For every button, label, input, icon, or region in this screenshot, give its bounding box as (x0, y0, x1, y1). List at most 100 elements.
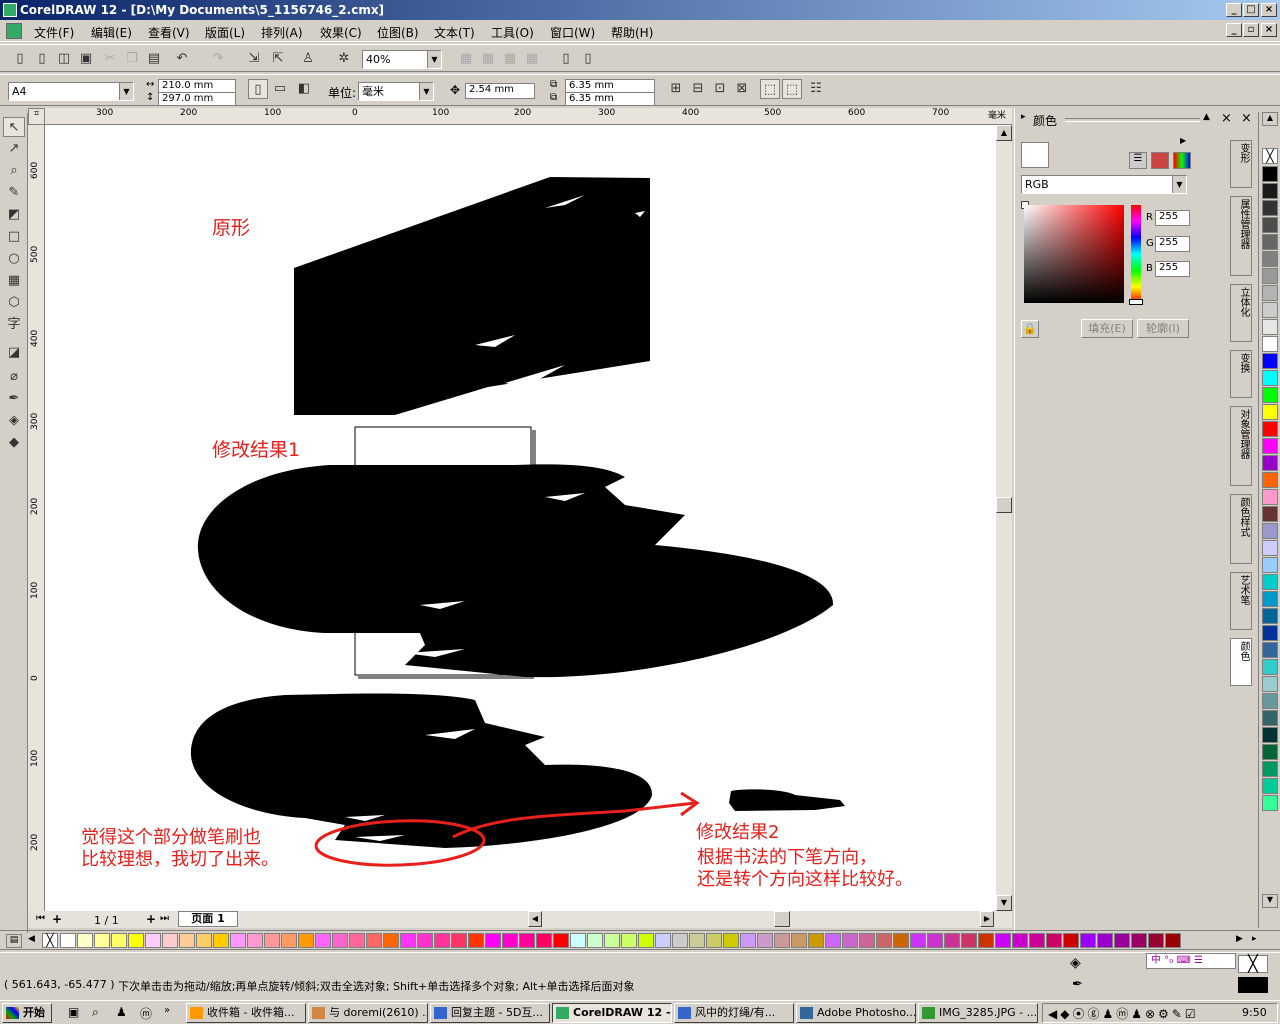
palette-swatch[interactable] (1262, 302, 1278, 318)
smart-fill-tool-icon[interactable]: ◩ (3, 205, 25, 225)
export-icon[interactable]: ⇱ (268, 49, 288, 69)
palette-swatch[interactable] (451, 933, 467, 948)
color-field[interactable] (1024, 205, 1124, 303)
color-palettes-icon[interactable] (1173, 152, 1191, 169)
palette-swatch[interactable] (740, 933, 756, 948)
shape-result2[interactable] (190, 693, 653, 848)
task-forum-reply[interactable]: 回复主题 - 5D互... (430, 1003, 550, 1023)
palette-swatch[interactable] (1262, 744, 1278, 760)
scroll-right-icon[interactable]: ▶ (980, 911, 994, 927)
palette-swatch[interactable] (247, 933, 263, 948)
import-icon[interactable]: ⇲ (244, 49, 264, 69)
b-input[interactable]: 255 (1155, 261, 1190, 277)
palette-swatch[interactable] (1029, 933, 1045, 948)
tab-object-manager[interactable]: 对象管理器 (1230, 406, 1252, 486)
tray-icons[interactable]: ◀◆⦿ⓖ♟ⓜ♟⊗⚙✎☑ (1048, 1005, 1199, 1022)
quicklaunch-msn-icon[interactable]: ⓜ (140, 1005, 152, 1022)
palette-scroll-down-icon[interactable]: ▼ (1262, 894, 1278, 908)
page-tab[interactable]: 页面 1 (178, 911, 238, 927)
tab-transform-shape[interactable]: 变形 (1230, 140, 1252, 188)
task-image-viewer[interactable]: IMG_3285.JPG - ... (918, 1003, 1038, 1023)
tab-transformation[interactable]: 变换 (1230, 350, 1252, 398)
new-from-template-icon[interactable]: ▯ (32, 49, 52, 69)
eyedropper-tool-icon[interactable]: ⌀ (3, 367, 25, 387)
palette-swatch[interactable] (434, 933, 450, 948)
rectangle-tool-icon[interactable]: □ (3, 227, 25, 247)
menu-bitmaps[interactable]: 位图(B) (377, 24, 419, 41)
basic-shapes-tool-icon[interactable]: ⬡ (3, 293, 25, 313)
menu-text[interactable]: 文本(T) (434, 24, 475, 41)
freehand-tool-icon[interactable]: ✎ (3, 183, 25, 203)
palette-swatch[interactable] (1262, 166, 1278, 182)
palette-swatch[interactable] (111, 933, 127, 948)
vertical-ruler[interactable]: 600 500 400 300 200 100 0 100 200 (28, 125, 45, 911)
palette-swatch[interactable] (298, 933, 314, 948)
palette-swatch[interactable] (1097, 933, 1113, 948)
interactive-fill-tool-icon[interactable]: ◆ (3, 433, 25, 453)
palette-swatch[interactable] (638, 933, 654, 948)
palette-swatch[interactable] (485, 933, 501, 948)
palette-swatch[interactable] (1262, 608, 1278, 624)
palette-swatch[interactable] (944, 933, 960, 948)
chevron-down-icon[interactable]: ▼ (419, 83, 433, 100)
menu-edit[interactable]: 编辑(E) (91, 24, 132, 41)
menu-tools[interactable]: 工具(O) (491, 24, 534, 41)
zoom-combo[interactable]: 40% ▼ (362, 50, 442, 69)
tab-color[interactable]: 颜色 (1230, 638, 1252, 686)
drawing-canvas[interactable]: 原形 修改结果1 觉得这个部分做笔刷也 比较理想，我切了出来。 修改结果2 根据… (45, 125, 995, 911)
quicklaunch-more-icon[interactable]: » (164, 1005, 170, 1016)
palette-swatch[interactable] (1262, 489, 1278, 505)
duplicate-y-input[interactable]: 6.35 mm (565, 92, 655, 106)
add-page-after-icon[interactable]: + (146, 912, 156, 926)
palette-swatch[interactable] (876, 933, 892, 948)
brush-piece[interactable] (729, 789, 845, 811)
snap-grid-icon[interactable]: ⊞ (666, 79, 686, 99)
palette-swatch[interactable] (655, 933, 671, 948)
ellipse-tool-icon[interactable]: ○ (3, 249, 25, 269)
palette-swatch[interactable] (978, 933, 994, 948)
launcher-icon[interactable]: ♙ (298, 49, 318, 69)
palette-swatch[interactable] (1262, 200, 1278, 216)
palette-swatch[interactable] (1262, 455, 1278, 471)
tab-extrude[interactable]: 立体化 (1230, 284, 1252, 342)
menu-window[interactable]: 窗口(W) (550, 24, 595, 41)
palette-swatch[interactable] (1262, 523, 1278, 539)
page-width-input[interactable]: 210.0 mm (158, 79, 236, 93)
outline-tool-icon[interactable]: ✒ (3, 389, 25, 409)
quicklaunch-ie-icon[interactable]: ⌕ (92, 1005, 99, 1020)
palette-swatch[interactable] (1262, 574, 1278, 590)
palette-scroll-up-icon[interactable]: ▲ (1262, 112, 1278, 126)
docker-group-close-icon[interactable]: × (1241, 111, 1252, 126)
palette-swatch[interactable] (859, 933, 875, 948)
ime-toolbar[interactable]: 中 °₀ ⌨ ☰ (1146, 953, 1236, 969)
palette-swatch[interactable] (1262, 591, 1278, 607)
first-page-icon[interactable]: ⏮ (36, 913, 45, 924)
minimize-button[interactable]: _ (1226, 3, 1242, 17)
palette-swatch[interactable] (332, 933, 348, 948)
treat-as-filled-icon[interactable]: ⬚ (760, 79, 780, 99)
docker-close-icon[interactable]: × (1221, 111, 1232, 126)
start-button[interactable]: 开始 (2, 1003, 52, 1023)
palette-swatch[interactable] (774, 933, 790, 948)
palette-swatch[interactable] (1012, 933, 1028, 948)
palette-swatch[interactable] (1262, 251, 1278, 267)
palette-swatch[interactable] (1262, 625, 1278, 641)
palette-swatch[interactable] (1063, 933, 1079, 948)
palette-swatch[interactable] (1262, 268, 1278, 284)
chevron-down-icon[interactable]: ▼ (1172, 176, 1186, 193)
palette-swatch[interactable] (757, 933, 773, 948)
hue-slider-handle[interactable] (1129, 299, 1143, 305)
print-icon[interactable]: ▦ (522, 49, 542, 69)
corel-online-icon[interactable]: ✲ (334, 49, 354, 69)
task-inbox[interactable]: 收件箱 - 收件箱... (186, 1003, 306, 1023)
palette-swatch[interactable] (1262, 710, 1278, 726)
palette-swatch[interactable] (1148, 933, 1164, 948)
palette-swatch[interactable] (961, 933, 977, 948)
undo-icon[interactable]: ↶ (172, 49, 192, 69)
palette-swatch[interactable] (1262, 540, 1278, 556)
palette-swatch[interactable] (162, 933, 178, 948)
palette-swatch[interactable] (519, 933, 535, 948)
palette-swatch[interactable] (1262, 557, 1278, 573)
r-input[interactable]: 255 (1155, 210, 1190, 226)
task-coreldraw[interactable]: CorelDRAW 12 - ... (552, 1003, 672, 1023)
